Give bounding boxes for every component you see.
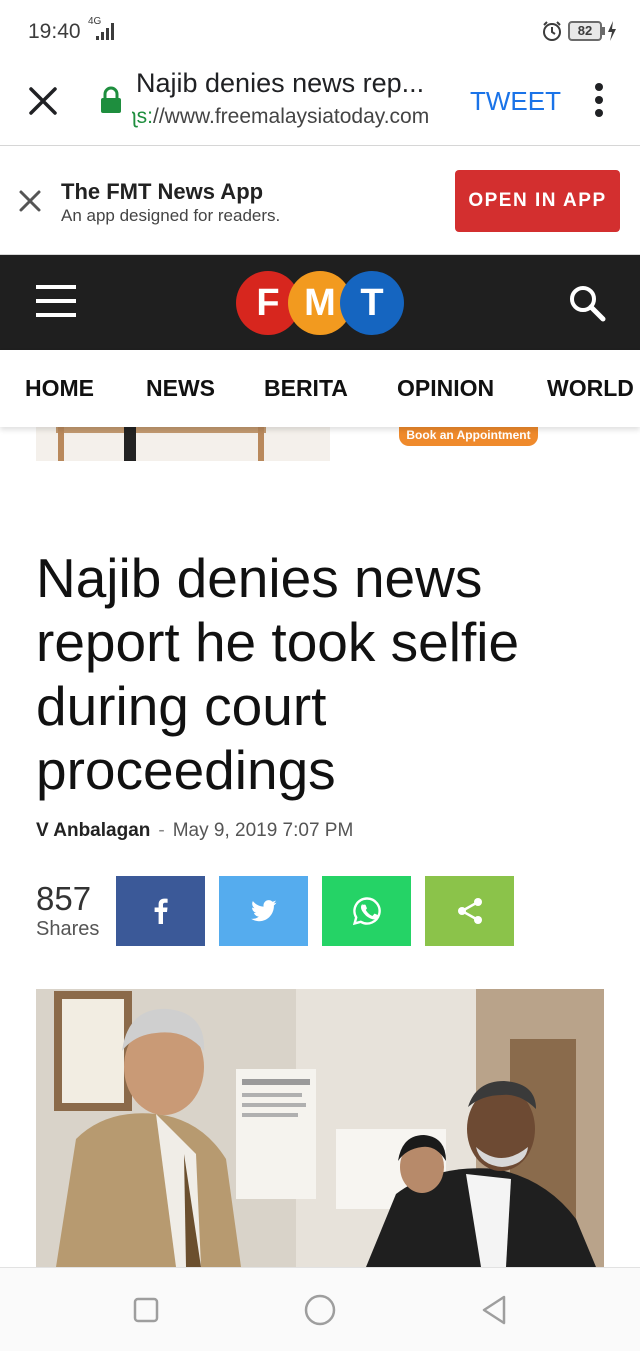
- browser-toolbar: Najib denies news rep... ʅs://www.freema…: [0, 62, 640, 146]
- back-icon[interactable]: [476, 1292, 512, 1328]
- article-headline: Najib denies news report he took selfie …: [36, 547, 520, 801]
- nav-item-news[interactable]: NEWS: [146, 375, 215, 402]
- tweet-button[interactable]: TWEET: [470, 86, 561, 117]
- facebook-share-button[interactable]: [116, 876, 205, 946]
- signal-icon: [96, 20, 120, 47]
- open-in-app-button[interactable]: OPEN IN APP: [455, 170, 620, 232]
- share-icon: [457, 898, 482, 924]
- charging-icon: [606, 20, 618, 47]
- nav-item-berita[interactable]: BERITA: [264, 375, 348, 402]
- whatsapp-share-button[interactable]: [322, 876, 411, 946]
- status-time: 19:40: [28, 20, 81, 43]
- alarm-icon: [541, 20, 563, 47]
- page-title: Najib denies news rep...: [136, 68, 425, 98]
- status-bar: 19:40 4G 82: [0, 0, 640, 62]
- menu-icon[interactable]: [36, 285, 78, 321]
- app-banner: The FMT News App An app designed for rea…: [0, 147, 640, 255]
- app-banner-title: The FMT News App: [61, 179, 264, 204]
- page-url[interactable]: ʅs://www.freemalaysiatoday.com: [132, 105, 462, 129]
- article-byline: V Anbalagan - May 9, 2019 7:07 PM: [36, 820, 353, 842]
- more-vert-icon[interactable]: [590, 80, 608, 124]
- generic-share-button[interactable]: [425, 876, 514, 946]
- share-counter: 857 Shares: [36, 880, 106, 941]
- close-icon[interactable]: [18, 189, 42, 218]
- lock-icon[interactable]: [100, 86, 122, 119]
- twitter-share-button[interactable]: [219, 876, 308, 946]
- search-icon[interactable]: [567, 283, 607, 323]
- twitter-icon: [250, 900, 276, 922]
- site-header: F M T: [0, 255, 640, 350]
- article-date: May 9, 2019 7:07 PM: [172, 820, 354, 841]
- ad-image[interactable]: [36, 427, 330, 461]
- battery-icon: 82: [568, 21, 602, 41]
- url-scheme: ʅs:: [132, 105, 153, 128]
- ad-appointment-button[interactable]: Book an Appointment: [399, 424, 538, 446]
- logo-letter-t: T: [340, 271, 404, 335]
- article-photo[interactable]: [36, 989, 604, 1267]
- nav-item-opinion[interactable]: OPINION: [397, 375, 494, 402]
- nav-item-world[interactable]: WORLD: [547, 375, 634, 402]
- url-domain: //www.freemalaysiatoday.com: [153, 105, 430, 128]
- home-icon[interactable]: [302, 1292, 338, 1328]
- battery-tip: [602, 27, 605, 35]
- app-banner-subtitle: An app designed for readers.: [61, 206, 281, 225]
- main-nav: HOME NEWS BERITA OPINION WORLD: [0, 350, 640, 427]
- whatsapp-icon: [352, 897, 381, 926]
- byline-separator: -: [158, 820, 165, 841]
- recents-icon[interactable]: [128, 1292, 164, 1328]
- nav-item-home[interactable]: HOME: [25, 375, 94, 402]
- close-icon[interactable]: [26, 84, 60, 118]
- facebook-icon: [154, 898, 168, 924]
- fmt-logo[interactable]: F M T: [236, 269, 406, 335]
- system-nav-bar: [0, 1267, 640, 1351]
- share-count: 857: [36, 880, 92, 917]
- share-label: Shares: [36, 918, 100, 940]
- article-author[interactable]: V Anbalagan: [36, 820, 150, 841]
